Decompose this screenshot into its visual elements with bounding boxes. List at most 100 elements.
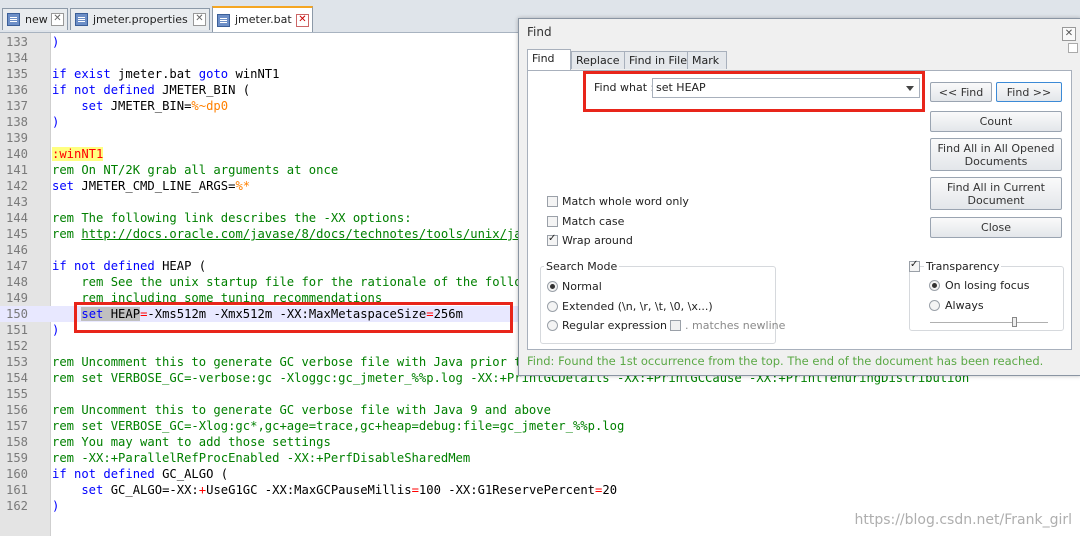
dialog-title: Find <box>527 25 552 39</box>
tab-mark[interactable]: Mark <box>687 51 727 69</box>
code-token: rem Uncomment this to generate GC verbos… <box>52 355 544 369</box>
line-number: 153 <box>6 355 29 369</box>
find-all-current-button[interactable]: Find All in Current Document <box>930 177 1062 210</box>
line-number: 160 <box>6 467 29 481</box>
code-token: set <box>52 179 82 193</box>
code-text: rem set VERBOSE_GC=-Xlog:gc*,gc+age=trac… <box>52 418 624 434</box>
code-token: + <box>198 483 207 497</box>
code-line[interactable]: 155 <box>0 386 1080 402</box>
code-token: jmeter.bat <box>118 67 199 81</box>
find-dialog: Find ✕ Find Replace Find in Files Mark F… <box>518 18 1080 376</box>
code-token: rem The following link describes the -XX… <box>52 211 412 225</box>
find-all-opened-button[interactable]: Find All in All Opened Documents <box>930 138 1062 171</box>
code-text: ) <box>52 114 59 130</box>
close-button[interactable]: Close <box>930 217 1062 238</box>
code-text: set JMETER_BIN=%~dp0 <box>52 98 228 114</box>
code-token: rem including some tuning recommendation… <box>52 291 383 305</box>
code-line[interactable]: 159 rem -XX:+ParallelRefProcEnabled -XX:+… <box>0 450 1080 466</box>
regex-label: Regular expression <box>562 319 668 332</box>
find-what-label: Find what : <box>594 81 655 94</box>
file-icon <box>75 13 88 26</box>
match-case-checkbox[interactable] <box>547 216 558 227</box>
code-token: = <box>426 307 434 321</box>
code-line[interactable]: 156 rem Uncomment this to generate GC ver… <box>0 402 1080 418</box>
transparency-label: Transparency <box>924 260 1002 273</box>
code-text: set GC_ALGO=-XX:+UseG1GC -XX:MaxGCPauseM… <box>52 482 617 498</box>
pin-icon[interactable] <box>1068 43 1078 53</box>
code-token: ) <box>52 323 60 337</box>
code-token: if not defined <box>52 83 163 97</box>
transparency-slider-thumb[interactable] <box>1012 317 1017 327</box>
transparency-checkbox[interactable] <box>909 259 920 272</box>
code-token: 256m <box>433 307 463 321</box>
line-number: 136 <box>6 83 29 97</box>
close-icon[interactable]: ✕ <box>193 13 206 26</box>
code-token: HEAP <box>110 307 141 321</box>
code-text: ) <box>52 34 59 50</box>
code-token: if not defined <box>52 467 163 481</box>
wrap-around-checkbox[interactable] <box>547 233 558 246</box>
code-token: winNT1 <box>235 67 280 81</box>
code-token: set HEAP <box>81 307 141 321</box>
code-token: ) <box>52 499 60 513</box>
tab-find-in-files[interactable]: Find in Files <box>624 51 693 69</box>
line-number: 158 <box>6 435 29 449</box>
code-line[interactable]: 160 if not defined GC_ALGO ( <box>0 466 1080 482</box>
count-button[interactable]: Count <box>930 111 1062 132</box>
find-next-button[interactable]: Find >> <box>996 82 1062 102</box>
code-token: HEAP ( <box>162 259 207 273</box>
extended-radio[interactable] <box>547 301 558 312</box>
match-whole-word-checkbox[interactable] <box>547 196 558 207</box>
line-number: 134 <box>6 51 29 65</box>
always-label: Always <box>945 299 984 312</box>
find-what-input[interactable]: set HEAP <box>652 78 920 98</box>
line-number: 155 <box>6 387 29 401</box>
line-number: 139 <box>6 131 29 145</box>
chevron-down-icon[interactable] <box>906 86 914 91</box>
find-panel: Find what : set HEAP << Find Find >> Cou… <box>527 70 1072 350</box>
code-token: http://docs.oracle.com/javase/8/docs/tec… <box>81 227 573 241</box>
line-number: 150 <box>6 307 29 321</box>
tab-new-1[interactable]: new 1 ✕ <box>2 8 68 30</box>
line-number: 151 <box>6 323 29 337</box>
find-previous-button[interactable]: << Find <box>930 82 992 102</box>
always-radio[interactable] <box>929 300 940 311</box>
line-number: 149 <box>6 291 29 305</box>
search-mode-title: Search Mode <box>544 260 620 273</box>
code-line[interactable]: 161 set GC_ALGO=-XX:+UseG1GC -XX:MaxGCPa… <box>0 482 1080 498</box>
regex-radio[interactable] <box>547 320 558 331</box>
line-number: 157 <box>6 419 29 433</box>
code-line[interactable]: 157 rem set VERBOSE_GC=-Xlog:gc*,gc+age=t… <box>0 418 1080 434</box>
code-line[interactable]: 158 rem You may want to add those setting… <box>0 434 1080 450</box>
on-losing-focus-radio[interactable] <box>929 280 940 291</box>
line-number: 148 <box>6 275 29 289</box>
matches-newline-checkbox[interactable] <box>670 320 681 331</box>
wrap-around-label: Wrap around <box>562 234 633 247</box>
code-token: 20 <box>602 483 618 497</box>
code-token: rem Uncomment this to generate GC verbos… <box>52 403 551 417</box>
code-token: rem On NT/2K grab all arguments at once <box>52 163 339 177</box>
tab-jmeter-properties[interactable]: jmeter.properties ✕ <box>70 8 210 30</box>
normal-radio[interactable] <box>547 281 558 292</box>
match-whole-word-label: Match whole word only <box>562 195 689 208</box>
extended-label: Extended (\n, \r, \t, \0, \x...) <box>562 300 713 313</box>
tab-jmeter-bat[interactable]: jmeter.bat ✕ <box>212 6 313 32</box>
line-number: 133 <box>6 35 29 49</box>
line-number: 162 <box>6 499 29 513</box>
line-number: 152 <box>6 339 29 353</box>
code-text: set JMETER_CMD_LINE_ARGS=%* <box>52 178 250 194</box>
code-token: JMETER_BIN ( <box>162 83 251 97</box>
close-icon[interactable]: ✕ <box>51 13 64 26</box>
code-text: rem On NT/2K grab all arguments at once <box>52 162 338 178</box>
close-icon[interactable]: ✕ <box>296 14 309 27</box>
watermark: https://blog.csdn.net/Frank_girl <box>854 512 1072 528</box>
code-token: set <box>52 99 111 113</box>
tab-find[interactable]: Find <box>527 49 571 71</box>
find-what-value: set HEAP <box>656 81 706 94</box>
code-token: %* <box>235 179 251 193</box>
code-text: :winNT1 <box>52 146 104 162</box>
code-text: if not defined HEAP ( <box>52 258 206 274</box>
close-icon[interactable]: ✕ <box>1062 27 1076 41</box>
code-text: rem including some tuning recommendation… <box>52 290 382 306</box>
tab-replace[interactable]: Replace <box>571 51 625 69</box>
